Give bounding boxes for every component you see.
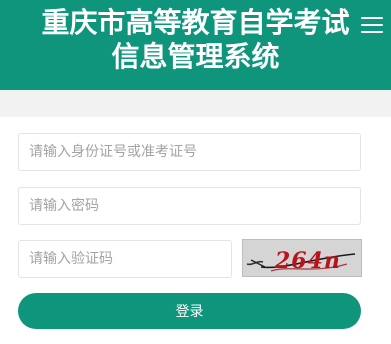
id-number-input[interactable] — [18, 133, 361, 171]
captcha-text: 264n — [274, 248, 341, 274]
login-button[interactable]: 登录 — [18, 293, 361, 329]
title-line-2: 信息管理系统 — [111, 40, 280, 73]
password-input[interactable] — [18, 187, 361, 225]
captcha-graphic: 264n — [243, 240, 361, 276]
captcha-image[interactable]: 264n — [242, 239, 362, 277]
header-bar: 重庆市高等教育自学考试 信息管理系统 — [0, 0, 391, 90]
login-form: 264n 登录 — [0, 117, 391, 344]
hamburger-menu-icon[interactable] — [361, 16, 383, 34]
title-line-1: 重庆市高等教育自学考试 — [41, 6, 350, 39]
captcha-input[interactable] — [18, 240, 232, 278]
page-title: 重庆市高等教育自学考试 信息管理系统 — [0, 6, 391, 74]
